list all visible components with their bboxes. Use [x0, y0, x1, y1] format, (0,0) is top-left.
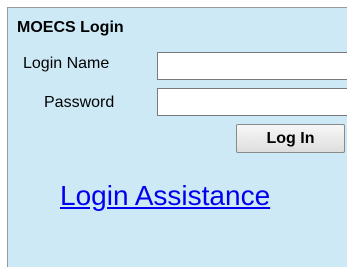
login-name-input[interactable]: [157, 52, 347, 80]
login-assistance-link[interactable]: Login Assistance: [60, 180, 270, 212]
login-title: MOECS Login: [17, 19, 124, 36]
login-name-label: Login Name: [23, 55, 110, 72]
password-input[interactable]: [157, 88, 347, 116]
password-label: Password: [44, 94, 115, 111]
log-in-button[interactable]: Log In: [236, 124, 345, 153]
